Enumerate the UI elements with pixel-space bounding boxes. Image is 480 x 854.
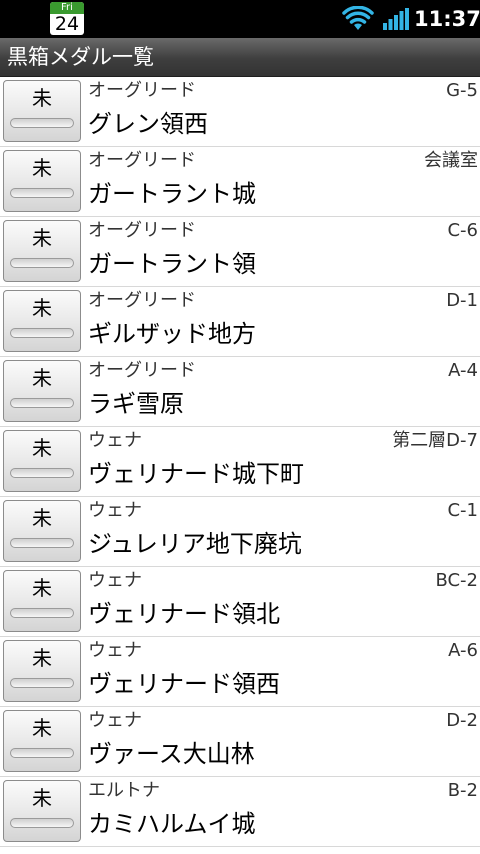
status-toggle-button[interactable]: 未 bbox=[3, 360, 81, 422]
location-code: 第二層D-7 bbox=[392, 430, 478, 451]
region-label: オーグリード bbox=[88, 290, 196, 311]
region-label: ウェナ bbox=[88, 710, 142, 731]
region-label: ウェナ bbox=[88, 500, 142, 521]
location-name: ガートラント領 bbox=[88, 250, 256, 278]
status-label: 未 bbox=[32, 576, 52, 600]
button-bar bbox=[10, 818, 74, 828]
list-item[interactable]: 未 ウェナ C-1 ジュレリア地下廃坑 bbox=[0, 497, 480, 567]
location-code: BC-2 bbox=[435, 570, 478, 591]
location-code: A-4 bbox=[448, 360, 478, 381]
status-toggle-button[interactable]: 未 bbox=[3, 430, 81, 492]
location-code: B-2 bbox=[447, 780, 478, 801]
location-code: D-1 bbox=[446, 290, 478, 311]
button-bar bbox=[10, 678, 74, 688]
wifi-icon bbox=[342, 6, 374, 30]
location-name: カミハルムイ城 bbox=[88, 810, 256, 838]
status-label: 未 bbox=[32, 86, 52, 110]
status-toggle-button[interactable]: 未 bbox=[3, 780, 81, 842]
location-code: G-5 bbox=[446, 80, 478, 101]
location-name: ヴァース大山林 bbox=[88, 740, 255, 768]
title-bar: 黒箱メダル一覧 bbox=[0, 38, 480, 77]
list-item[interactable]: 未 オーグリード 会議室 ガートラント城 bbox=[0, 147, 480, 217]
page-title: 黒箱メダル一覧 bbox=[7, 45, 154, 69]
status-label: 未 bbox=[32, 786, 52, 810]
location-code: A-6 bbox=[448, 640, 478, 661]
region-label: オーグリード bbox=[88, 360, 196, 381]
status-bar: Fri 24 11:37 bbox=[0, 0, 480, 38]
button-bar bbox=[10, 328, 74, 338]
button-bar bbox=[10, 538, 74, 548]
status-toggle-button[interactable]: 未 bbox=[3, 710, 81, 772]
button-bar bbox=[10, 608, 74, 618]
calendar-date: 24 bbox=[54, 13, 80, 35]
button-bar bbox=[10, 468, 74, 478]
location-name: ジュレリア地下廃坑 bbox=[88, 530, 302, 558]
status-label: 未 bbox=[32, 436, 52, 460]
status-label: 未 bbox=[32, 156, 52, 180]
status-label: 未 bbox=[32, 366, 52, 390]
location-code: D-2 bbox=[446, 710, 478, 731]
location-code: C-1 bbox=[447, 500, 478, 521]
region-label: ウェナ bbox=[88, 640, 142, 661]
status-label: 未 bbox=[32, 226, 52, 250]
button-bar bbox=[10, 398, 74, 408]
location-code: 会議室 bbox=[424, 150, 478, 171]
list-item[interactable]: 未 オーグリード G-5 グレン領西 bbox=[0, 77, 480, 147]
region-label: オーグリード bbox=[88, 150, 196, 171]
region-label: オーグリード bbox=[88, 80, 196, 101]
status-toggle-button[interactable]: 未 bbox=[3, 150, 81, 212]
list-item[interactable]: 未 オーグリード D-1 ギルザッド地方 bbox=[0, 287, 480, 357]
location-name: ヴェリナード領西 bbox=[88, 670, 280, 698]
list-item[interactable]: 未 オーグリード A-4 ラギ雪原 bbox=[0, 357, 480, 427]
region-label: ウェナ bbox=[88, 570, 142, 591]
medal-list[interactable]: 未 オーグリード G-5 グレン領西 未 オーグリード 会議室 ガートラント城 … bbox=[0, 77, 480, 854]
region-label: ウェナ bbox=[88, 430, 142, 451]
calendar-icon: Fri 24 bbox=[50, 2, 84, 35]
location-name: ガートラント城 bbox=[88, 180, 256, 208]
status-label: 未 bbox=[32, 296, 52, 320]
button-bar bbox=[10, 258, 74, 268]
status-label: 未 bbox=[32, 646, 52, 670]
location-name: グレン領西 bbox=[88, 110, 208, 138]
list-item[interactable]: 未 オーグリード C-6 ガートラント領 bbox=[0, 217, 480, 287]
status-toggle-button[interactable]: 未 bbox=[3, 570, 81, 632]
status-toggle-button[interactable]: 未 bbox=[3, 500, 81, 562]
status-toggle-button[interactable]: 未 bbox=[3, 220, 81, 282]
status-clock: 11:37 bbox=[414, 7, 480, 31]
location-name: ヴェリナード領北 bbox=[88, 600, 280, 628]
list-item[interactable]: 未 エルトナ B-2 カミハルムイ城 bbox=[0, 777, 480, 847]
list-item[interactable]: 未 ウェナ 第二層D-7 ヴェリナード城下町 bbox=[0, 427, 480, 497]
button-bar bbox=[10, 118, 74, 128]
list-item[interactable]: 未 ウェナ D-2 ヴァース大山林 bbox=[0, 707, 480, 777]
region-label: エルトナ bbox=[88, 780, 160, 801]
button-bar bbox=[10, 748, 74, 758]
region-label: オーグリード bbox=[88, 220, 196, 241]
signal-icon bbox=[383, 8, 409, 30]
status-label: 未 bbox=[32, 506, 52, 530]
status-label: 未 bbox=[32, 716, 52, 740]
button-bar bbox=[10, 188, 74, 198]
status-toggle-button[interactable]: 未 bbox=[3, 290, 81, 352]
location-name: ギルザッド地方 bbox=[88, 320, 256, 348]
status-toggle-button[interactable]: 未 bbox=[3, 640, 81, 702]
location-code: C-6 bbox=[447, 220, 478, 241]
list-item[interactable]: 未 ウェナ A-6 ヴェリナード領西 bbox=[0, 637, 480, 707]
location-name: ラギ雪原 bbox=[88, 390, 184, 418]
location-name: ヴェリナード城下町 bbox=[88, 460, 304, 488]
list-item[interactable]: 未 ウェナ BC-2 ヴェリナード領北 bbox=[0, 567, 480, 637]
status-toggle-button[interactable]: 未 bbox=[3, 80, 81, 142]
